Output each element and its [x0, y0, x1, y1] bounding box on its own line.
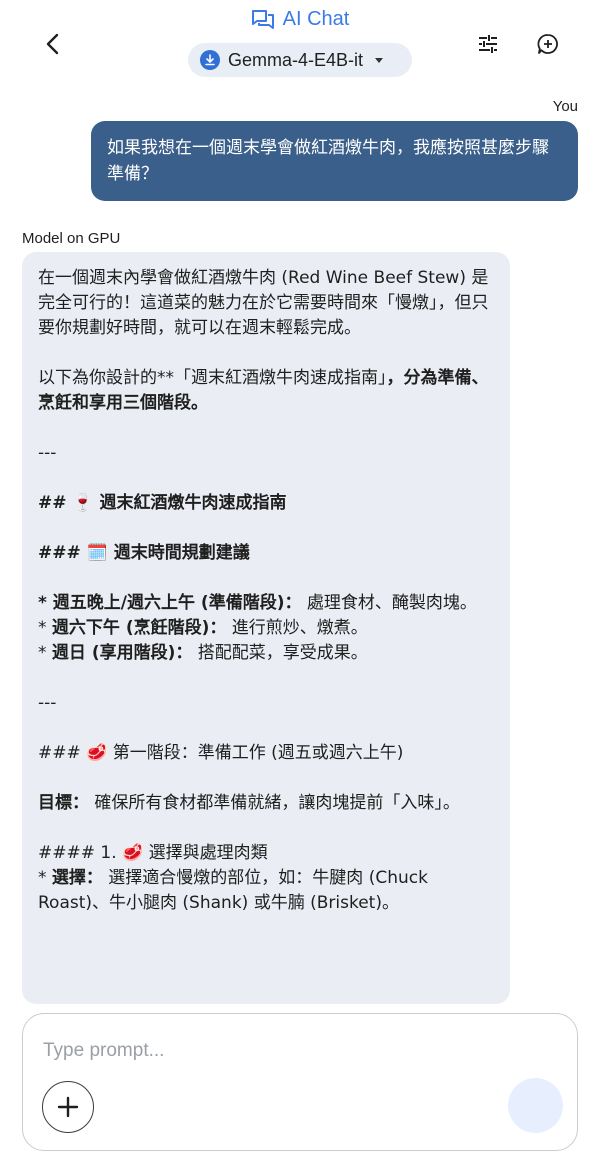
add-attachment-button[interactable] — [42, 1081, 94, 1133]
list-item: * 週日 (享用階段)： 搭配配菜，享受成果。 — [38, 643, 368, 663]
model-selector[interactable]: Gemma-4-E4B-it — [188, 43, 412, 77]
add-chat-icon — [537, 34, 558, 54]
app-header: AI Chat Gemma-4-E4B-it — [0, 0, 600, 88]
chevron-left-icon — [46, 33, 59, 55]
divider-text: --- — [38, 693, 57, 713]
model-message-bubble: 在一個週末內學會做紅酒燉牛肉 (Red Wine Beef Stew) 是完全可… — [22, 252, 510, 1004]
response-heading: ## 🍷 週末紅酒燉牛肉速成指南 — [38, 493, 287, 513]
model-sender-label: Model on GPU — [22, 230, 121, 247]
user-message-bubble: 如果我想在一個週末學會做紅酒燉牛肉，我應按照甚麼步驟準備？ — [91, 121, 578, 201]
app-title: AI Chat — [282, 8, 350, 30]
app-title-row: AI Chat — [0, 8, 600, 31]
divider-text: --- — [38, 443, 57, 463]
send-button[interactable] — [508, 1078, 563, 1133]
model-name: Gemma-4-E4B-it — [228, 49, 364, 70]
response-paragraph: 以下為你設計的**「週末紅酒燉牛肉速成指南」，分為準備、烹飪和享用三個階段。 — [38, 368, 489, 413]
back-button[interactable] — [34, 26, 70, 62]
response-paragraph: 在一個週末內學會做紅酒燉牛肉 (Red Wine Beef Stew) 是完全可… — [38, 268, 489, 338]
download-icon — [200, 50, 220, 70]
list-item: * 選擇： 選擇適合慢燉的部位，如：牛腱肉 (Chuck Roast)、牛小腿肉… — [38, 868, 428, 913]
prompt-input[interactable] — [43, 1036, 463, 1066]
new-chat-button[interactable] — [534, 30, 562, 58]
response-heading: ### 🥩 第一階段：準備工作 (週五或週六上午) — [38, 743, 404, 763]
list-item: * 週五晚上/週六上午 (準備階段)： 處理食材、醃製肉塊。 — [38, 593, 477, 613]
chat-bubbles-icon — [251, 9, 274, 29]
user-sender-label: You — [552, 98, 578, 115]
plus-icon — [57, 1096, 79, 1118]
prompt-composer — [22, 1013, 578, 1151]
user-message-text: 如果我想在一個週末學會做紅酒燉牛肉，我應按照甚麼步驟準備？ — [107, 138, 549, 184]
caret-down-icon — [375, 57, 384, 63]
list-item: * 週六下午 (烹飪階段)： 進行煎炒、燉煮。 — [38, 618, 368, 638]
response-paragraph: 目標： 確保所有食材都準備就緒，讓肉塊提前「入味」。 — [38, 793, 460, 813]
response-heading: ### 🗓️ 週末時間規劃建議 — [38, 543, 250, 563]
tune-sliders-icon — [479, 35, 497, 53]
tune-button[interactable] — [474, 30, 502, 58]
response-heading: #### 1. 🥩 選擇與處理肉類 — [38, 843, 268, 863]
